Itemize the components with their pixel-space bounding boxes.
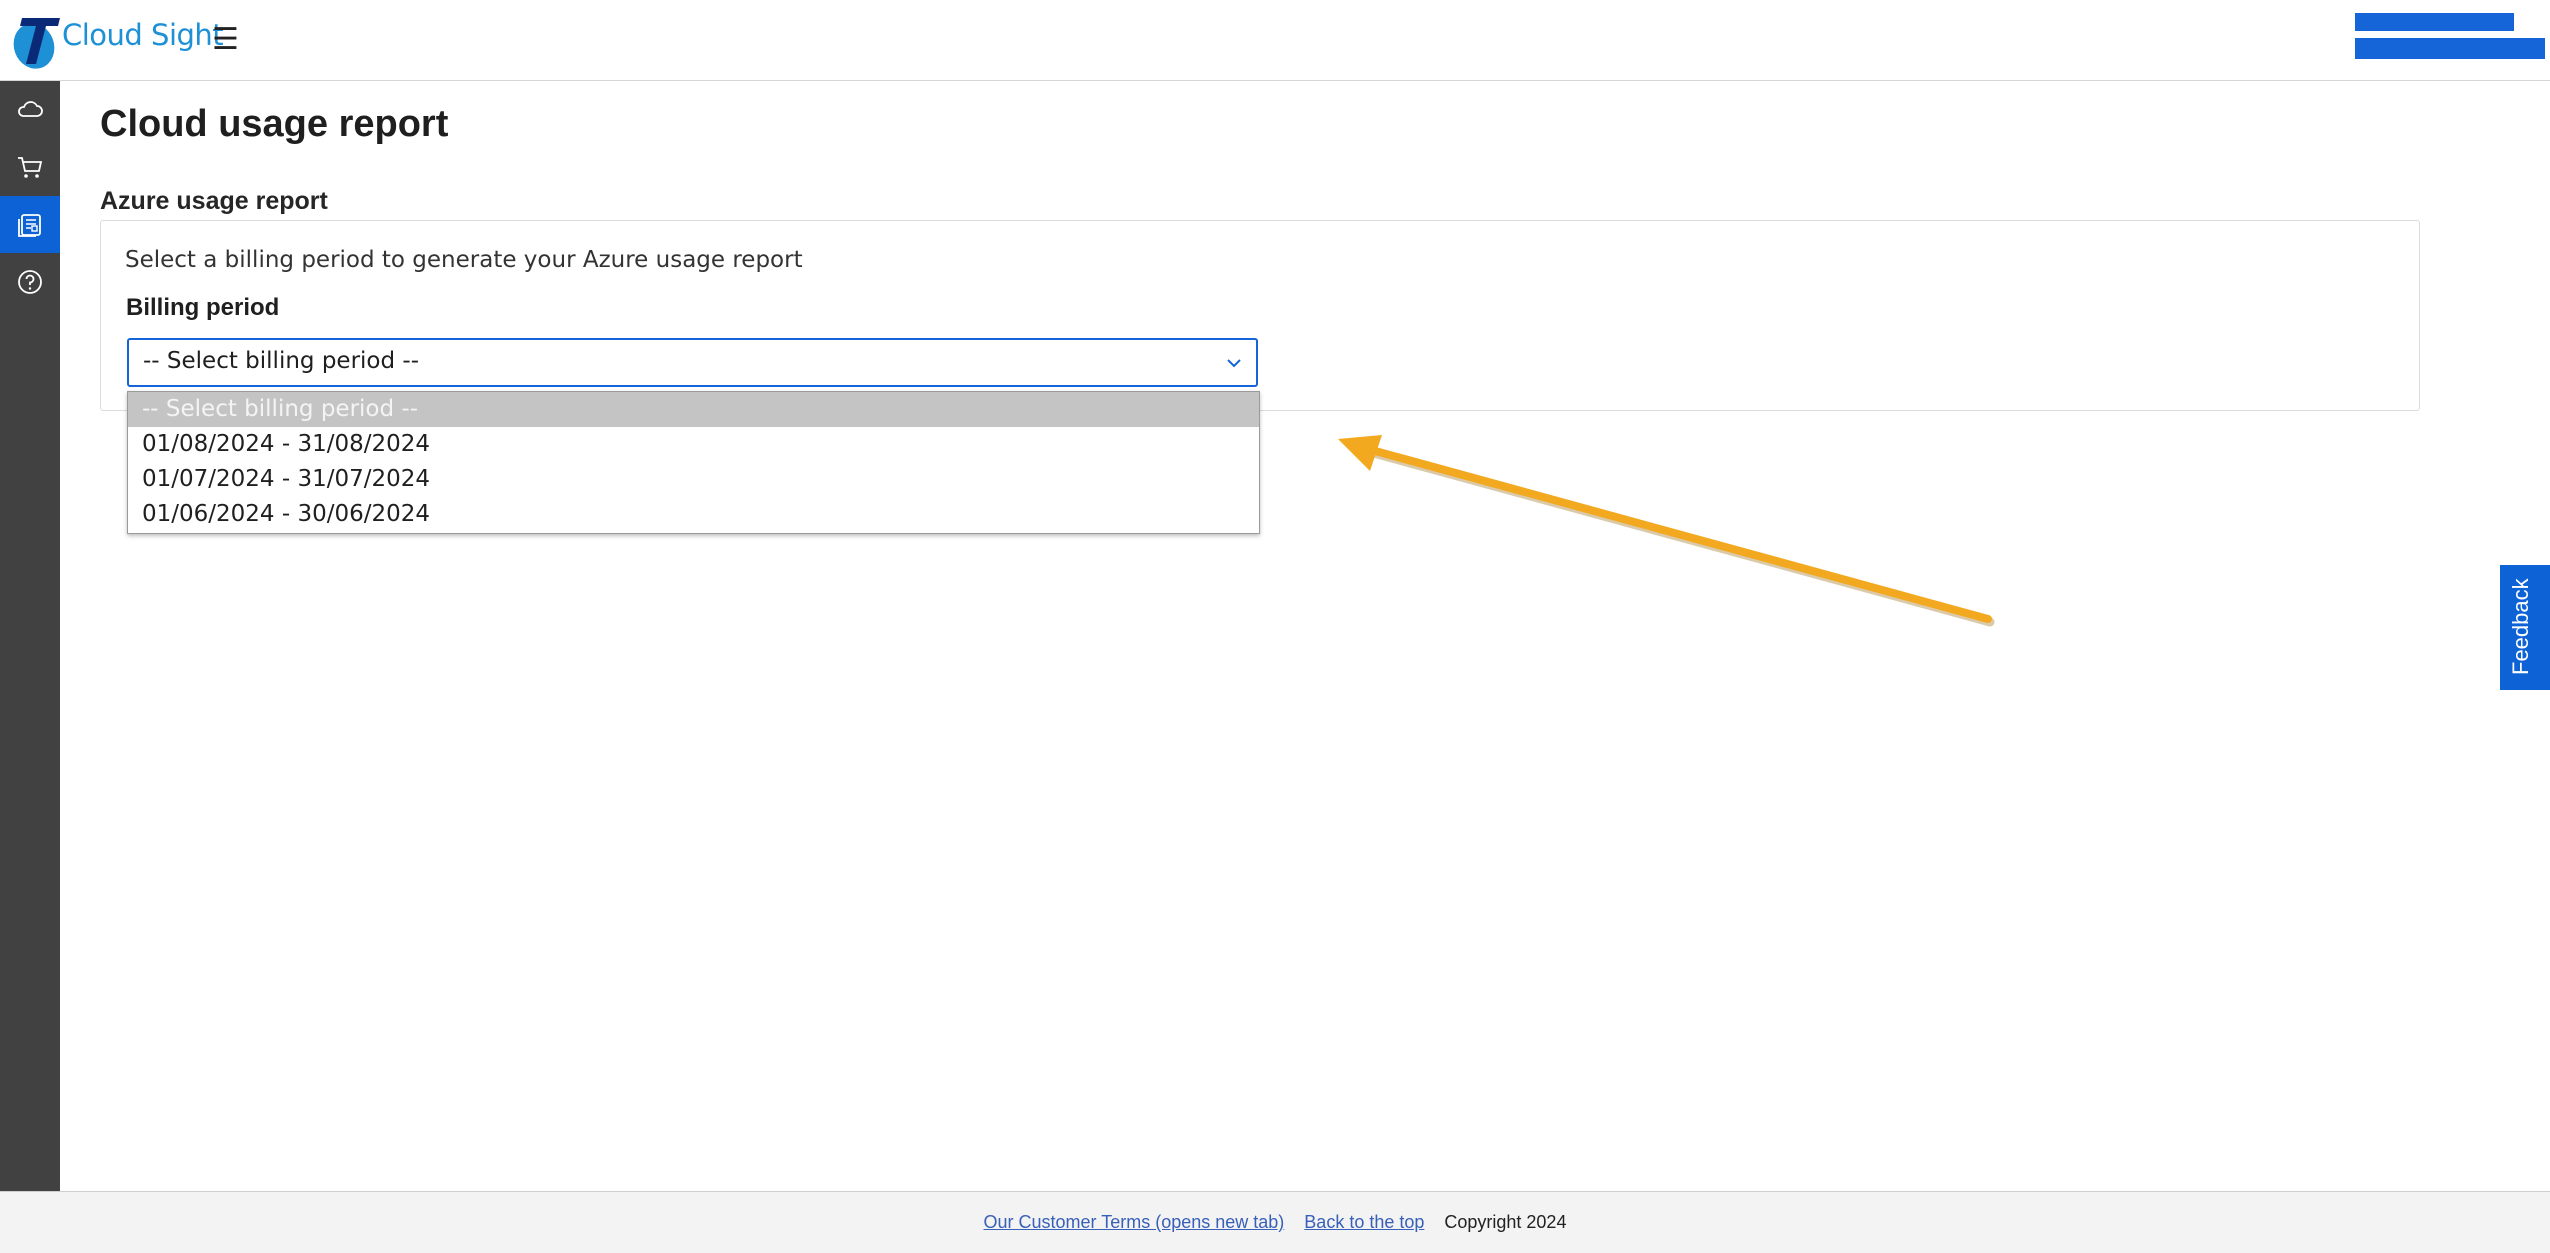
hamburger-menu-icon[interactable]: ☰ (212, 22, 239, 57)
user-info-bar (2355, 13, 2514, 31)
account-info-bar (2355, 38, 2545, 59)
report-icon (18, 213, 41, 237)
select-value: -- Select billing period -- (143, 348, 419, 374)
chevron-down-icon (1227, 359, 1241, 368)
back-to-top-link[interactable]: Back to the top (1304, 1212, 1424, 1233)
sidebar-item-cloud[interactable] (0, 81, 60, 138)
cloud-icon (18, 100, 43, 117)
sidebar (0, 81, 60, 1191)
copyright-text: Copyright 2024 (1444, 1212, 1567, 1232)
customer-terms-link[interactable]: Our Customer Terms (opens new tab) (984, 1212, 1285, 1233)
sidebar-item-help[interactable] (0, 253, 60, 310)
page-title: Cloud usage report (100, 103, 449, 145)
feedback-label: Feedback (2508, 578, 2533, 675)
app-header: Cloud Sight ☰ (0, 0, 2550, 81)
telstra-logo-icon[interactable] (12, 12, 64, 70)
dropdown-option[interactable]: -- Select billing period -- (128, 392, 1259, 427)
main-content: Cloud usage report Azure usage report Se… (60, 81, 2550, 1191)
cart-icon (18, 156, 43, 178)
sidebar-item-reports[interactable] (0, 196, 60, 253)
help-icon (18, 269, 42, 294)
dropdown-option[interactable]: 01/08/2024 - 31/08/2024 (128, 427, 1259, 462)
brand-name[interactable]: Cloud Sight (62, 18, 224, 52)
sidebar-item-cart[interactable] (0, 138, 60, 195)
dropdown-option[interactable]: 01/07/2024 - 31/07/2024 (128, 462, 1259, 497)
billing-period-label: Billing period (126, 294, 280, 321)
annotation-arrow (1338, 435, 1995, 627)
billing-period-select[interactable]: -- Select billing period -- (127, 338, 1258, 387)
section-title: Azure usage report (100, 187, 328, 215)
dropdown-option[interactable]: 01/06/2024 - 30/06/2024 (128, 497, 1259, 532)
page-footer: Our Customer Terms (opens new tab) Back … (0, 1191, 2550, 1253)
billing-period-dropdown: -- Select billing period -- 01/08/2024 -… (127, 391, 1260, 534)
feedback-button[interactable]: Feedback (2500, 565, 2550, 690)
card-description: Select a billing period to generate your… (125, 247, 803, 273)
